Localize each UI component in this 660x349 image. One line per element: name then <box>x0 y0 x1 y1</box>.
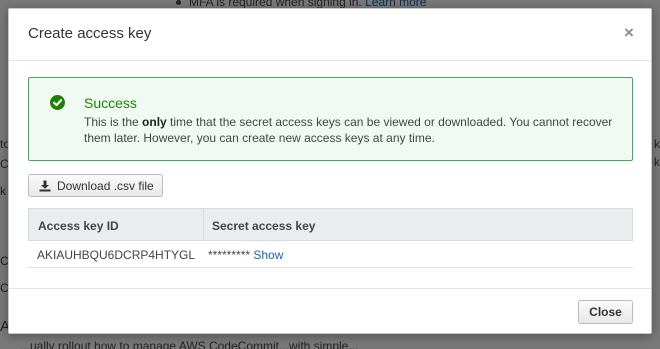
dialog-footer: Close <box>9 288 651 333</box>
column-header-secret-access-key: Secret access key <box>212 219 316 233</box>
dialog-title: Create access key <box>28 25 152 42</box>
download-icon <box>39 180 51 191</box>
access-keys-table: Access key ID Secret access key AKIAUHBQ… <box>28 208 633 268</box>
alert-emphasis: only <box>142 115 167 129</box>
close-icon[interactable]: × <box>619 23 639 43</box>
check-circle-icon <box>50 95 65 110</box>
secret-access-key-cell: ********* Show <box>204 241 633 267</box>
download-csv-label: Download .csv file <box>57 178 154 193</box>
close-button[interactable]: Close <box>578 300 633 324</box>
success-alert: Success This is the only time that the s… <box>28 77 633 161</box>
download-csv-button[interactable]: Download .csv file <box>28 174 163 197</box>
create-access-key-dialog: Create access key × Success This is the … <box>8 8 652 334</box>
show-secret-link[interactable]: Show <box>253 248 283 262</box>
column-header-access-key-id: Access key ID <box>29 209 204 240</box>
alert-title: Success <box>84 95 137 111</box>
table-row: AKIAUHBQU6DCRP4HTYGL ********* Show <box>28 241 633 268</box>
secret-key-masked: ********* <box>208 248 251 262</box>
access-key-id-value: AKIAUHBQU6DCRP4HTYGL <box>37 248 196 262</box>
alert-message: This is the only time that the secret ac… <box>84 115 613 145</box>
table-header: Access key ID Secret access key <box>28 208 633 241</box>
dialog-header: Create access key × <box>9 9 651 61</box>
